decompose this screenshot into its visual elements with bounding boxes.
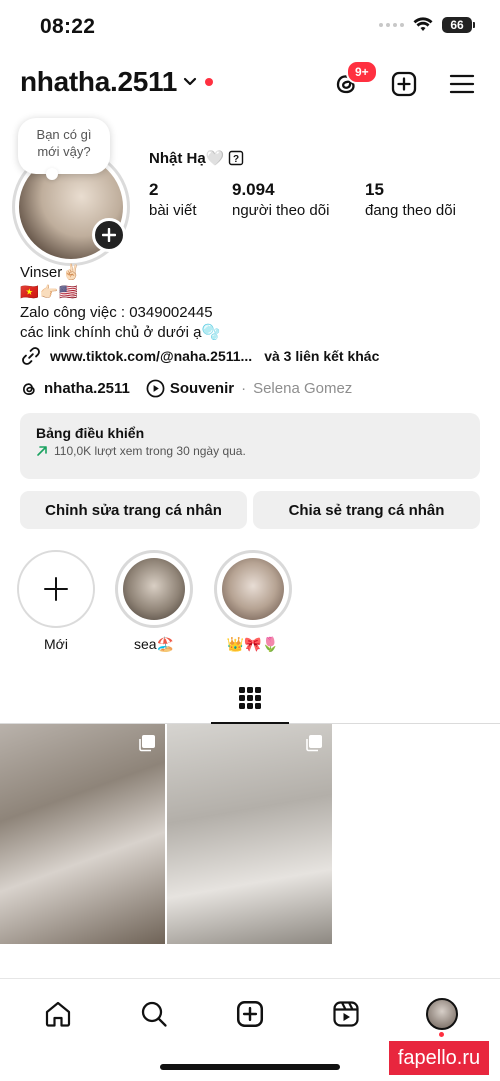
search-icon [141, 1001, 167, 1027]
post-thumbnail[interactable] [167, 724, 332, 944]
tab-posts-grid[interactable] [211, 674, 289, 724]
professional-dashboard[interactable]: Bảng điều khiển 110,0K lượt xem trong 30… [20, 413, 480, 479]
following-count: 15 [365, 180, 384, 199]
plus-icon [102, 228, 116, 242]
music-link[interactable]: Souvenir · Selena Gomez [146, 379, 352, 398]
create-button[interactable] [386, 66, 422, 102]
threads-button[interactable]: 9+ [328, 60, 378, 102]
play-icon [146, 379, 165, 398]
plus-square-icon [391, 71, 417, 97]
link-icon [22, 347, 40, 365]
bio-line: Vinser✌🏻 [20, 264, 81, 281]
account-switcher[interactable]: nhatha.2511 [20, 66, 214, 98]
nav-profile[interactable] [412, 987, 472, 1041]
highlight-new-circle [17, 550, 95, 628]
dashboard-subtitle-row: 110,0K lượt xem trong 30 ngày qua. [36, 444, 464, 458]
battery-indicator: 66 [442, 17, 475, 33]
carousel-icon [306, 735, 322, 752]
watermark: fapello.ru [389, 1041, 489, 1075]
link-text: www.tiktok.com/@naha.2511... [50, 348, 253, 364]
following-label: đang theo dõi [365, 202, 456, 219]
dashboard-title: Bảng điều khiển [36, 425, 145, 441]
post-thumbnail[interactable] [0, 724, 165, 944]
posts-grid [0, 724, 500, 944]
nav-reels[interactable] [316, 987, 376, 1041]
highlight-item[interactable]: sea🏖️ [115, 550, 193, 653]
bio-line: các link chính chủ ở dưới ạ🫧 [20, 324, 221, 341]
stat-posts[interactable]: 2 bài viết [149, 180, 232, 219]
unread-dot [439, 1031, 444, 1037]
nav-home[interactable] [28, 987, 88, 1041]
highlight-cover [222, 558, 284, 620]
link-more: và 3 liên kết khác [264, 348, 380, 364]
threads-icon [23, 382, 35, 395]
home-icon [45, 1001, 71, 1027]
music-title: Souvenir [169, 380, 235, 397]
wifi-icon [413, 17, 433, 31]
edit-profile-button[interactable]: Chỉnh sửa trang cá nhân [20, 491, 247, 529]
followers-label: người theo dõi [232, 202, 330, 219]
plus-icon [44, 577, 68, 601]
svg-text:?: ? [233, 154, 239, 165]
profile-meta-row: nhatha.2511 Souvenir · Selena Gomez [20, 379, 352, 398]
username-title: nhatha.2511 [20, 66, 178, 97]
pronoun-question-icon: ? [229, 150, 244, 166]
bio-line: Zalo công việc : 0349002445 [20, 304, 213, 321]
grid-icon [239, 687, 261, 709]
highlight-ring [214, 550, 292, 628]
signal-icon [379, 23, 404, 27]
profile-actions: Chỉnh sửa trang cá nhân Chia sẻ trang cá… [20, 491, 480, 529]
nav-search[interactable] [124, 987, 184, 1041]
plus-square-icon [236, 1000, 264, 1027]
share-profile-button[interactable]: Chia sẻ trang cá nhân [253, 491, 480, 529]
highlight-label: Mới [44, 636, 68, 652]
highlight-label: sea🏖️ [133, 636, 174, 652]
music-separator: · [241, 380, 247, 397]
nav-create[interactable] [220, 987, 280, 1041]
status-bar: 08:22 66 [0, 0, 500, 54]
header-actions: 9+ [328, 60, 480, 102]
posts-count: 2 [149, 180, 159, 199]
status-icons: 66 [379, 17, 475, 33]
unread-dot [205, 78, 214, 86]
carousel-icon [139, 735, 155, 752]
highlight-item[interactable]: 👑🎀🌷 [214, 550, 292, 653]
reels-icon [333, 1000, 359, 1027]
menu-button[interactable] [444, 66, 480, 102]
stat-followers[interactable]: 9.094 người theo dõi [232, 180, 365, 219]
highlight-label: 👑🎀🌷 [226, 636, 280, 652]
music-artist: Selena Gomez [253, 380, 353, 397]
external-link[interactable]: www.tiktok.com/@naha.2511... và 3 liên k… [20, 345, 379, 367]
posts-label: bài viết [149, 202, 197, 219]
avatar [426, 997, 458, 1030]
stat-following[interactable]: 15 đang theo dõi [365, 180, 456, 219]
home-indicator [160, 1064, 340, 1070]
full-name: Nhật Hạ🤍 [149, 150, 225, 167]
hamburger-menu-icon [449, 74, 475, 94]
bottom-navigation [0, 978, 500, 1048]
dashboard-subtitle: 110,0K lượt xem trong 30 ngày qua. [54, 444, 246, 458]
followers-count: 9.094 [232, 180, 275, 199]
add-story-button[interactable] [92, 218, 126, 252]
highlight-new[interactable]: Mới [17, 550, 95, 652]
content-tabs [0, 674, 500, 724]
trend-up-icon [37, 446, 47, 456]
story-highlights: Mới sea🏖️ 👑🎀🌷 [0, 550, 500, 653]
highlight-ring [115, 550, 193, 628]
profile-stats: 2 bài viết 9.094 người theo dõi 15 đang … [149, 180, 456, 219]
full-name-row: Nhật Hạ🤍 ? [149, 149, 244, 167]
highlight-cover [123, 558, 185, 620]
threads-handle[interactable]: nhatha.2511 [44, 380, 130, 397]
status-time: 08:22 [40, 15, 96, 38]
profile-header: nhatha.2511 9+ [0, 60, 500, 108]
chevron-down-icon [183, 77, 197, 86]
notification-badge: 9+ [346, 60, 378, 84]
bio: Vinser✌🏻 🇻🇳👉🏻🇺🇸 Zalo công việc : 0349002… [20, 263, 480, 343]
bio-line: 🇻🇳👉🏻🇺🇸 [20, 284, 80, 301]
note-bubble[interactable]: Bạn có gì mới vậy? [18, 118, 110, 180]
